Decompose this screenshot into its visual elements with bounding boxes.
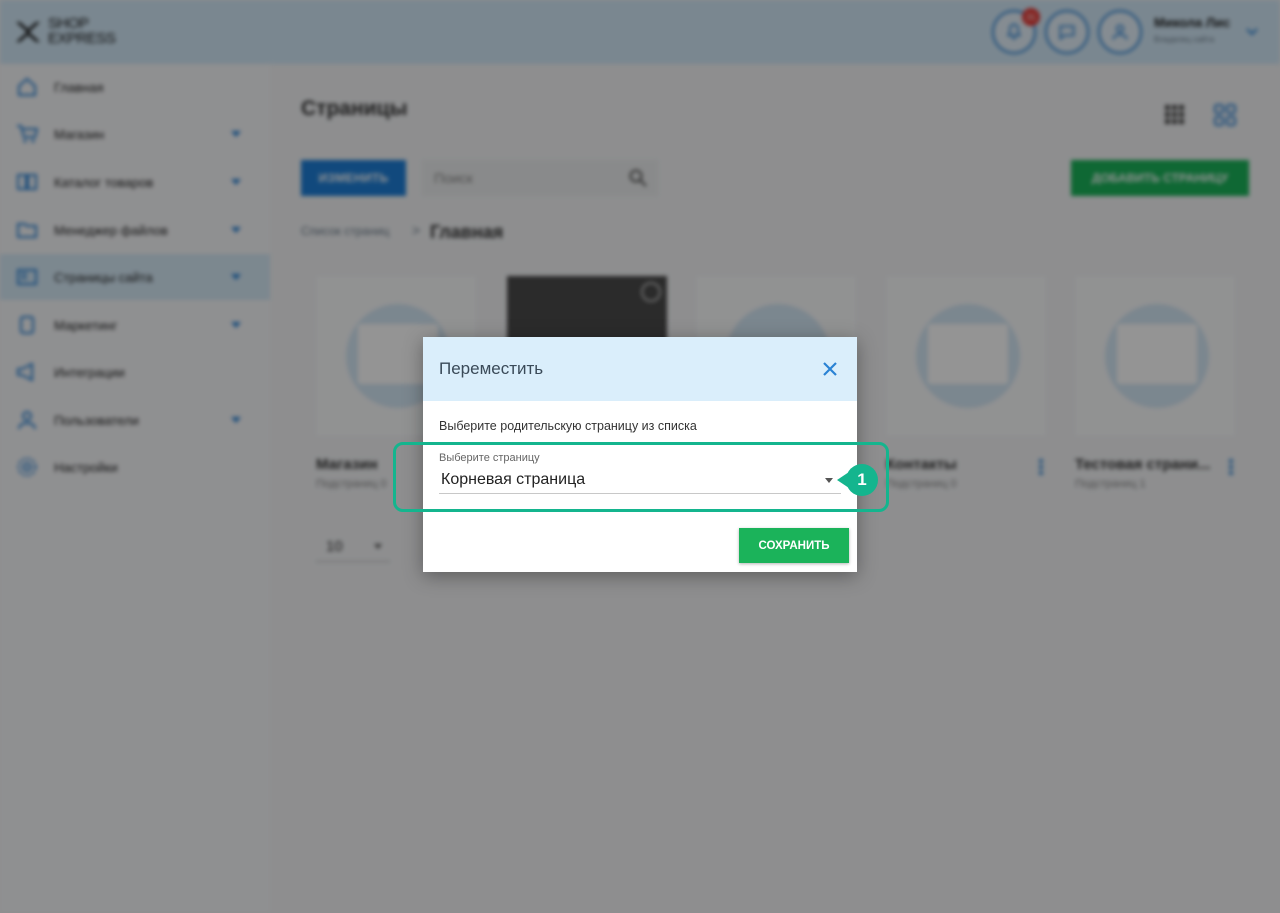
step-badge: 1 bbox=[846, 464, 878, 496]
parent-page-select[interactable]: Выберите страницу Корневая страница bbox=[439, 451, 841, 494]
dialog-header: Переместить bbox=[423, 337, 857, 401]
move-dialog: Переместить Выберите родительскую страни… bbox=[423, 337, 857, 572]
select-value[interactable]: Корневая страница bbox=[441, 471, 585, 489]
dialog-title: Переместить bbox=[439, 359, 544, 378]
close-icon[interactable] bbox=[821, 360, 839, 378]
save-button[interactable]: СОХРАНИТЬ bbox=[739, 528, 849, 563]
select-label: Выберите страницу bbox=[439, 452, 540, 464]
dialog-hint: Выберите родительскую страницу из списка bbox=[439, 419, 697, 433]
caret-down-icon[interactable] bbox=[825, 478, 833, 483]
